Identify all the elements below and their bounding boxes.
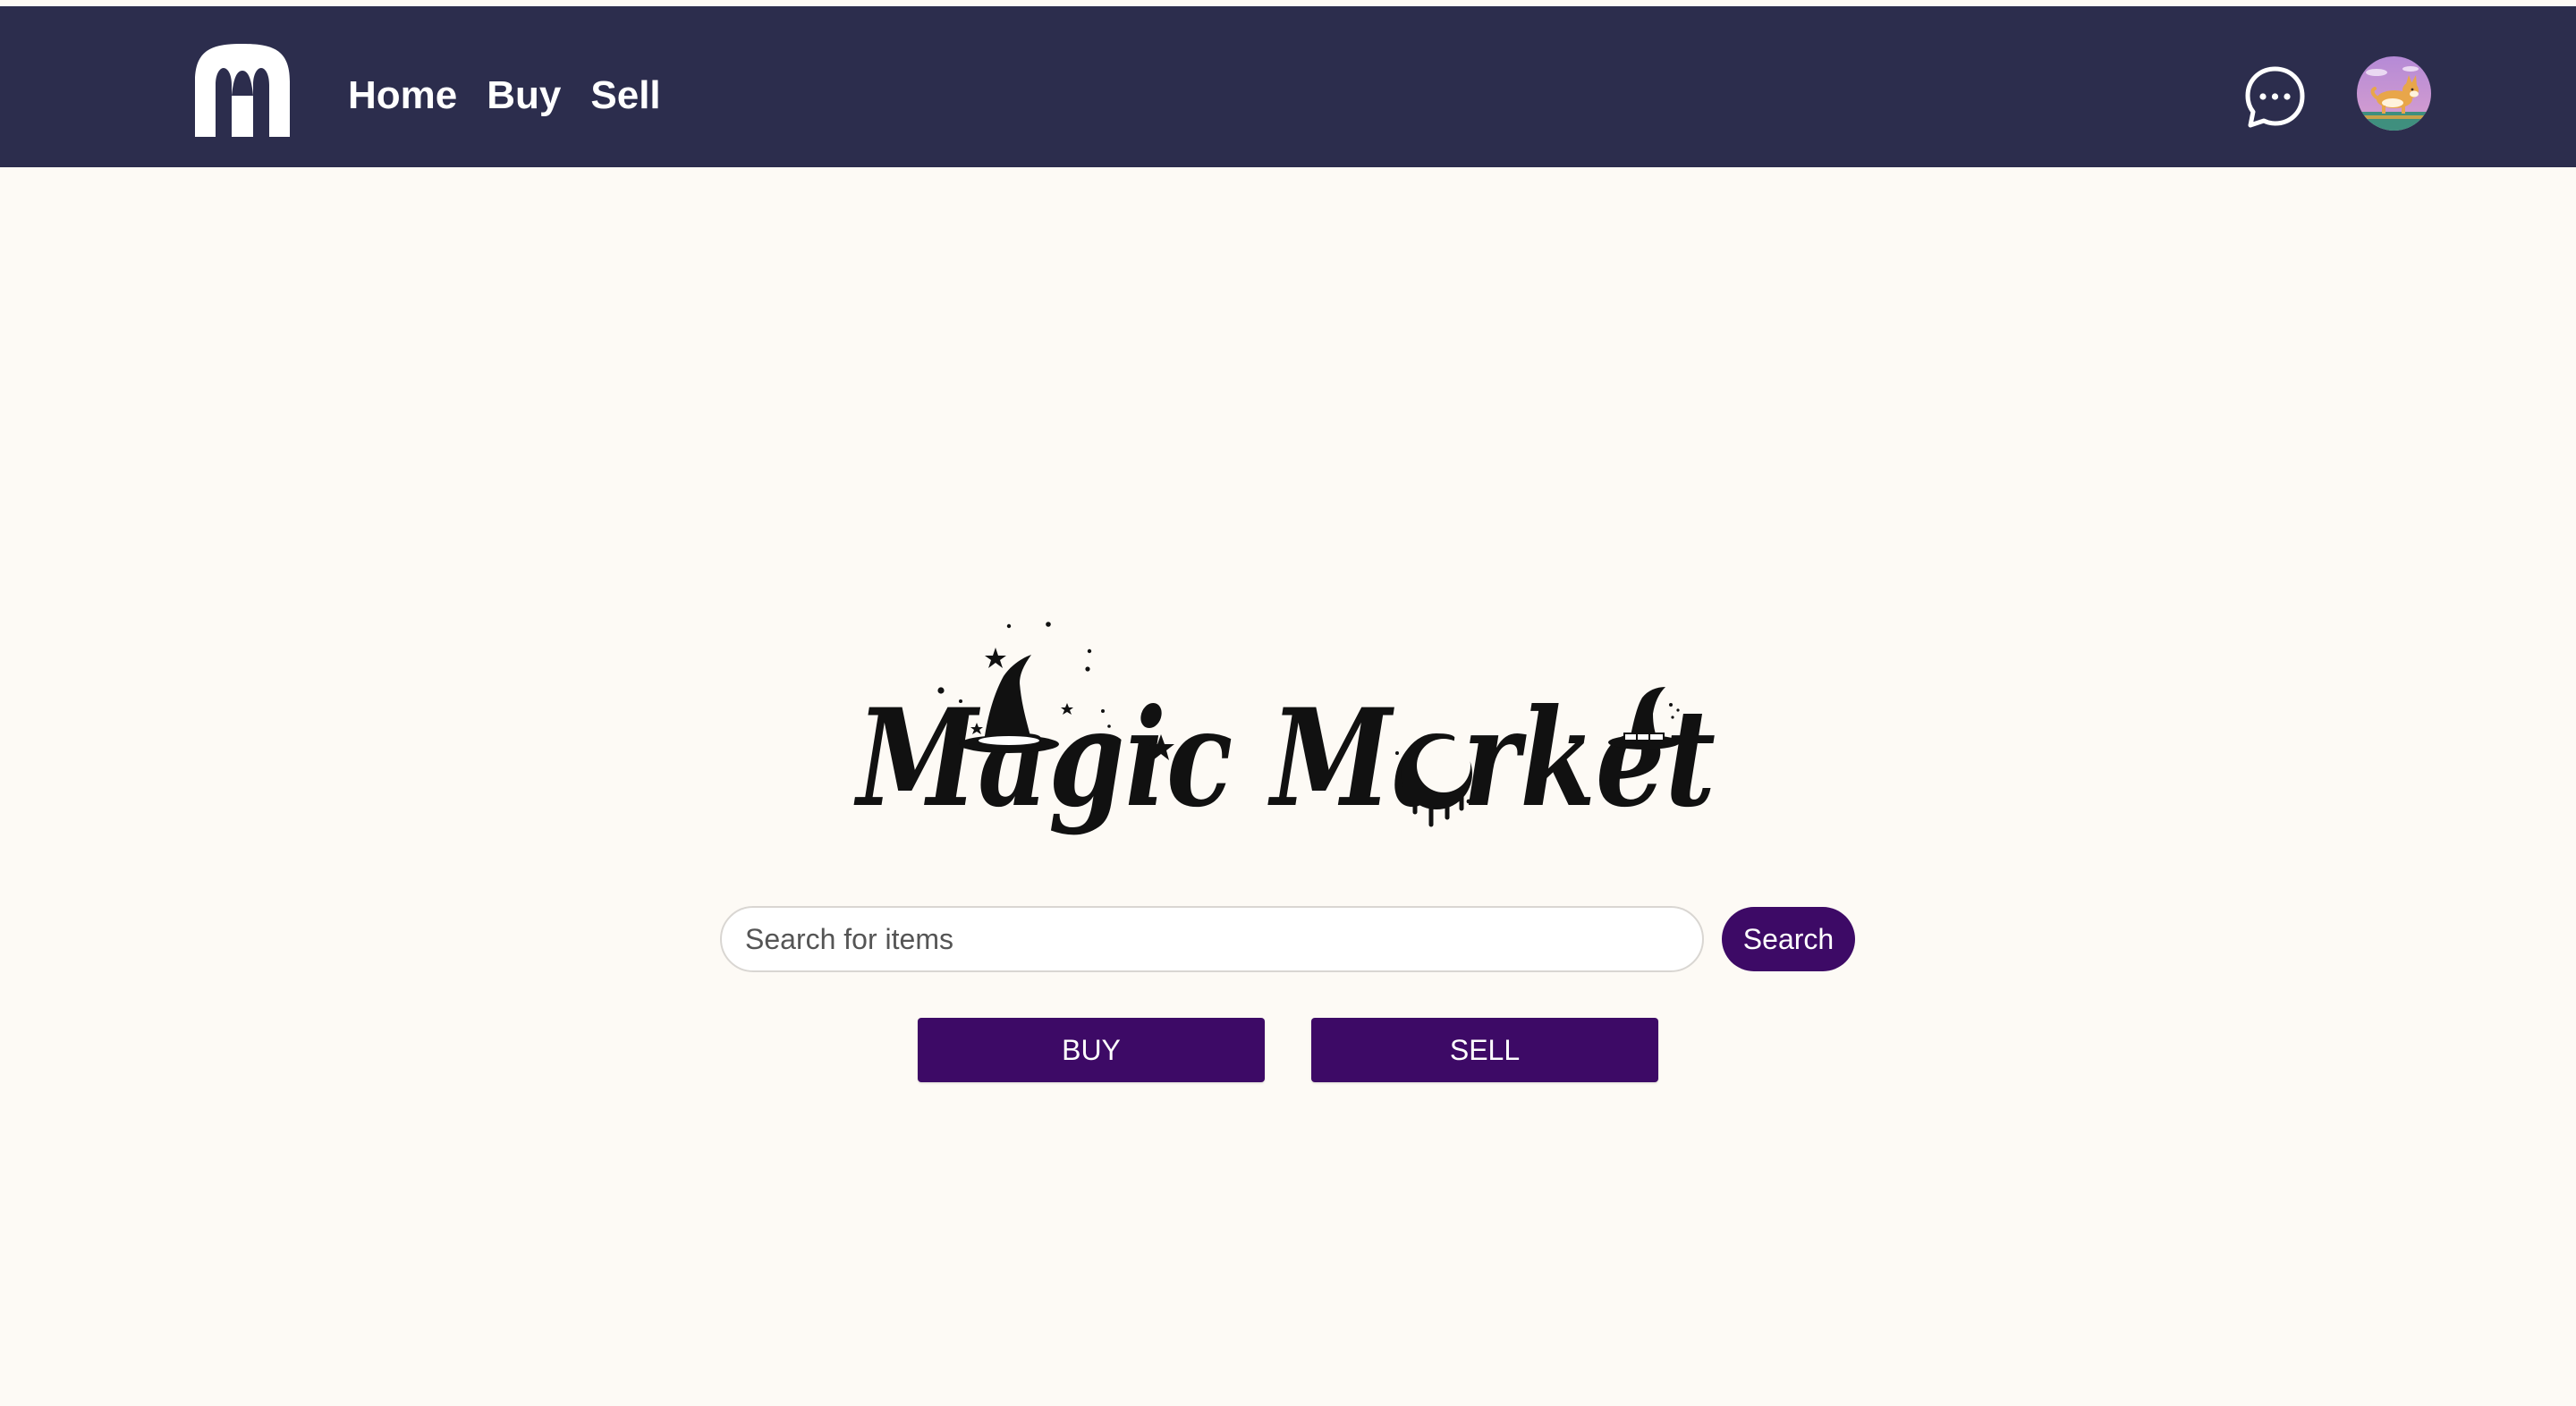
svg-text:Magic Market: Magic Market xyxy=(853,680,1716,837)
nav-sell-link[interactable]: Sell xyxy=(590,73,660,118)
search-input[interactable] xyxy=(720,906,1704,972)
navbar: Home Buy Sell xyxy=(0,6,2576,167)
search-button[interactable]: Search xyxy=(1722,907,1855,971)
corgi-avatar xyxy=(2357,56,2431,131)
nav-home-link[interactable]: Home xyxy=(348,73,457,118)
top-strip xyxy=(0,0,2576,6)
main-nav: Home Buy Sell xyxy=(348,69,661,123)
magic-market-wordmark: Magic Market xyxy=(853,622,1716,837)
chat-bubble-icon[interactable] xyxy=(2241,64,2309,131)
user-avatar[interactable] xyxy=(2357,56,2431,131)
buy-button[interactable]: BUY xyxy=(918,1018,1265,1082)
sell-button[interactable]: SELL xyxy=(1311,1018,1658,1082)
m-letter-logo-icon[interactable] xyxy=(195,44,290,137)
nav-buy-link[interactable]: Buy xyxy=(487,73,561,118)
